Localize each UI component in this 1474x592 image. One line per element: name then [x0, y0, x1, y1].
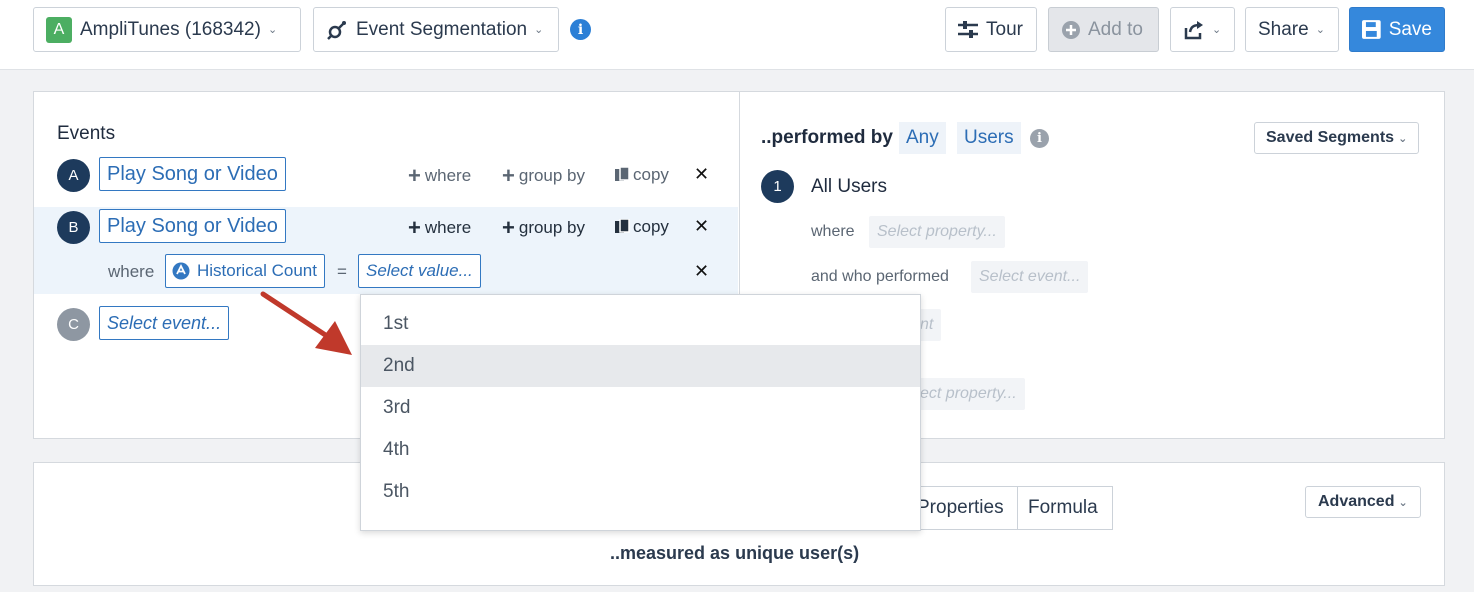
export-button[interactable]: ⌄ — [1170, 7, 1235, 52]
project-name: AmpliTunes (168342) — [80, 18, 261, 40]
app-badge: A — [46, 16, 72, 43]
dropdown-option[interactable]: 1st — [361, 303, 920, 345]
chevron-down-icon: ⌄ — [1398, 496, 1408, 509]
tour-label: Tour — [986, 18, 1023, 40]
plus-icon: + — [408, 163, 421, 188]
add-where-b[interactable]: + where — [408, 217, 471, 239]
copy-icon — [615, 219, 630, 233]
users-selector[interactable]: Users — [957, 122, 1021, 154]
top-bar: A AmpliTunes (168342) ⌄ Event Segmentati… — [0, 0, 1474, 70]
advanced-button[interactable]: Advanced ⌄ — [1305, 486, 1421, 518]
chevron-down-icon: ⌄ — [1398, 132, 1408, 145]
value-dropdown: 1st 2nd 3rd 4th 5th — [360, 294, 921, 531]
plus-icon: + — [502, 215, 515, 240]
add-to-button[interactable]: Add to — [1048, 7, 1159, 52]
chart-type-selector[interactable]: Event Segmentation ⌄ — [313, 7, 559, 52]
copy-event-a[interactable]: copy — [615, 165, 669, 185]
events-title: Events — [57, 123, 116, 144]
floppy-icon — [1362, 20, 1381, 39]
select-event-c[interactable]: Select event... — [99, 306, 230, 340]
event-letter-c: C — [57, 308, 90, 341]
filter-value-input[interactable]: Select value... — [358, 254, 481, 288]
filter-where-label: where — [108, 262, 155, 281]
event-selector-a[interactable]: Play Song or Video — [99, 157, 286, 191]
info-icon[interactable]: i — [1030, 129, 1049, 148]
chevron-down-icon: ⌄ — [267, 24, 278, 36]
segmentation-icon — [327, 20, 346, 40]
plus-circle-icon — [1062, 20, 1080, 39]
saved-segments-button[interactable]: Saved Segments ⌄ — [1254, 122, 1420, 154]
remove-event-b-icon[interactable]: ✕ — [694, 216, 709, 237]
segment-event-input[interactable]: Select event... — [971, 261, 1089, 293]
filter-property-selector[interactable]: Historical Count — [165, 254, 325, 288]
chevron-down-icon: ⌄ — [1212, 24, 1222, 36]
segment-property-input[interactable]: Select property... — [869, 216, 1005, 248]
dropdown-option[interactable]: 3rd — [361, 387, 920, 429]
save-button[interactable]: Save — [1349, 7, 1445, 52]
save-label: Save — [1388, 18, 1432, 40]
share-button[interactable]: Share ⌄ — [1245, 7, 1339, 52]
plus-icon: + — [502, 163, 515, 188]
remove-event-a-icon[interactable]: ✕ — [694, 164, 709, 185]
dropdown-option[interactable]: 4th — [361, 429, 920, 471]
who-performed-label: and who performed — [811, 268, 949, 285]
any-selector[interactable]: Any — [899, 122, 946, 154]
performed-by-label: ..performed by — [761, 127, 893, 148]
filter-operator: = — [337, 262, 347, 281]
remove-filter-icon[interactable]: ✕ — [694, 261, 709, 282]
dropdown-option[interactable]: 5th — [361, 471, 920, 513]
add-group-by-a[interactable]: + group by — [502, 165, 585, 187]
sliders-icon — [958, 20, 978, 38]
dropdown-option-highlighted[interactable]: 2nd — [361, 345, 920, 387]
add-to-label: Add to — [1088, 18, 1143, 40]
add-group-by-b[interactable]: + group by — [502, 217, 585, 239]
chevron-down-icon: ⌄ — [534, 24, 544, 36]
info-icon[interactable]: i — [570, 19, 591, 40]
segment-name[interactable]: All Users — [811, 176, 887, 198]
tour-button[interactable]: Tour — [945, 7, 1037, 52]
export-icon — [1184, 20, 1203, 39]
segment-where-label: where — [811, 223, 855, 240]
measured-as-label: ..measured as unique user(s) — [610, 543, 860, 563]
event-selector-b[interactable]: Play Song or Video — [99, 209, 286, 243]
share-label: Share — [1258, 18, 1309, 40]
historical-count-icon — [172, 262, 190, 280]
segment-number: 1 — [761, 170, 794, 203]
copy-icon — [615, 167, 630, 181]
project-selector[interactable]: A AmpliTunes (168342) ⌄ — [33, 7, 301, 52]
filter-property-label: Historical Count — [197, 261, 317, 280]
tab-properties[interactable]: Properties — [906, 486, 1018, 530]
chart-type-label: Event Segmentation — [356, 18, 528, 40]
plus-icon: + — [408, 215, 421, 240]
copy-event-b[interactable]: copy — [615, 217, 669, 237]
annotation-arrow-icon — [260, 291, 352, 355]
event-letter-b: B — [57, 211, 90, 244]
event-letter-a: A — [57, 159, 90, 192]
chevron-down-icon: ⌄ — [1315, 24, 1325, 36]
tab-formula[interactable]: Formula — [1017, 486, 1113, 530]
add-where-a[interactable]: + where — [408, 165, 471, 187]
